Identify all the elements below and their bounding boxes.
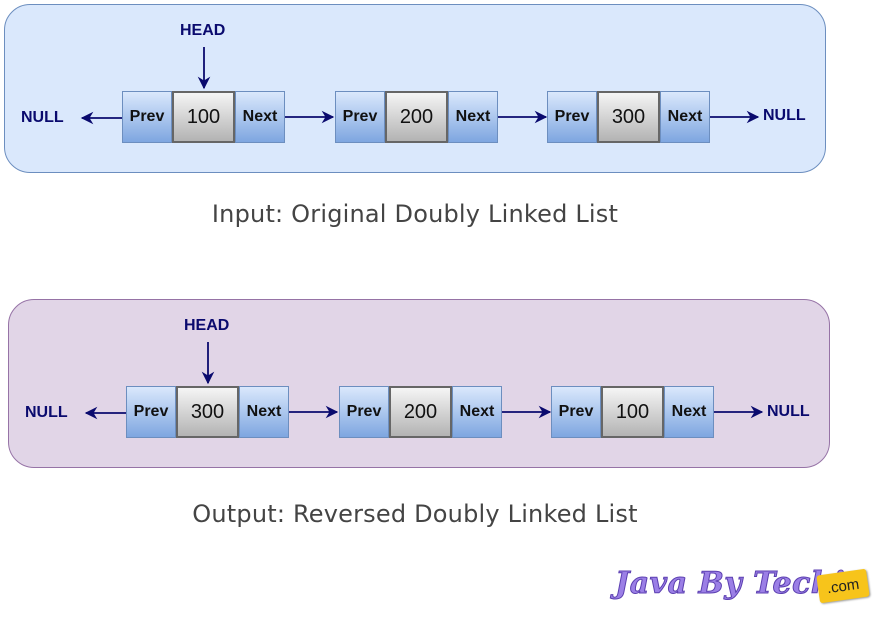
- node-value-cell: 200: [385, 91, 448, 143]
- output-head-label: HEAD: [184, 317, 230, 334]
- prev-pointer-cell: Prev: [547, 91, 597, 143]
- input-list-panel: [4, 4, 826, 173]
- node-value-cell: 300: [176, 386, 239, 438]
- output-node-1: Prev 200 Next: [339, 386, 502, 438]
- input-node-2: Prev 300 Next: [547, 91, 710, 143]
- next-pointer-cell: Next: [239, 386, 289, 438]
- output-caption: Output: Reversed Doubly Linked List: [192, 500, 638, 528]
- output-left-null: NULL: [25, 404, 68, 421]
- next-pointer-cell: Next: [235, 91, 285, 143]
- node-value-cell: 100: [601, 386, 664, 438]
- next-pointer-cell: Next: [448, 91, 498, 143]
- input-left-null: NULL: [21, 109, 64, 126]
- prev-pointer-cell: Prev: [335, 91, 385, 143]
- node-value-cell: 100: [172, 91, 235, 143]
- output-list-panel: [8, 299, 830, 468]
- prev-pointer-cell: Prev: [551, 386, 601, 438]
- next-pointer-cell: Next: [452, 386, 502, 438]
- input-node-0: Prev 100 Next: [122, 91, 285, 143]
- node-value-cell: 200: [389, 386, 452, 438]
- prev-pointer-cell: Prev: [339, 386, 389, 438]
- output-right-null: NULL: [767, 403, 810, 420]
- input-node-1: Prev 200 Next: [335, 91, 498, 143]
- input-head-label: HEAD: [180, 22, 226, 39]
- node-value-cell: 300: [597, 91, 660, 143]
- next-pointer-cell: Next: [664, 386, 714, 438]
- prev-pointer-cell: Prev: [126, 386, 176, 438]
- output-node-2: Prev 100 Next: [551, 386, 714, 438]
- input-caption: Input: Original Doubly Linked List: [211, 200, 619, 228]
- output-node-0: Prev 300 Next: [126, 386, 289, 438]
- next-pointer-cell: Next: [660, 91, 710, 143]
- prev-pointer-cell: Prev: [122, 91, 172, 143]
- input-right-null: NULL: [763, 107, 806, 124]
